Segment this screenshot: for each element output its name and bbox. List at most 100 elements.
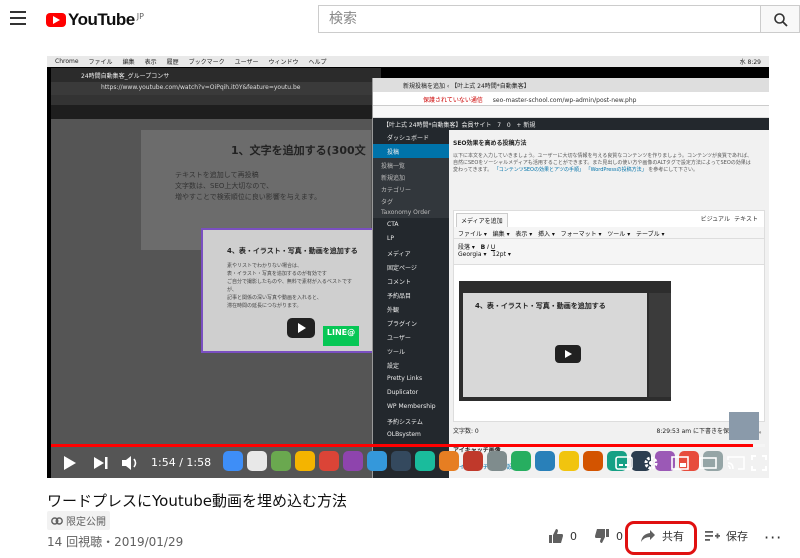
subtitles-icon[interactable] bbox=[615, 455, 633, 471]
mac-menubar: Chrome ファイル 編集 表示 履歴 ブックマーク ユーザー ウィンドウ ヘ… bbox=[47, 56, 769, 67]
left-window-url: https://www.youtube.com/watch?v=OiPqih.i… bbox=[51, 82, 381, 95]
wp-sidebar-item: 投稿一覧 bbox=[373, 158, 449, 170]
classic-editor: メディアを追加 ビジュアル テキスト ファイル ▾ 編集 ▾ 表示 ▾ 挿入 ▾… bbox=[453, 210, 765, 422]
admin-bar-new: + 新規 bbox=[516, 122, 536, 129]
editor-menu-item: テーブル bbox=[635, 231, 660, 238]
video-info: ワードプレスにYoutube動画を埋め込む方法 限定公開 bbox=[47, 490, 347, 530]
share-highlight bbox=[625, 521, 697, 555]
tab-visual: ビジュアル bbox=[700, 216, 730, 223]
right-window-tab: 新規投稿を追加 ‹ 【叶上式 24時間*自動集客】 bbox=[373, 78, 769, 92]
like-button[interactable]: 0 bbox=[548, 528, 577, 544]
wp-sidebar-item: Duplicator bbox=[387, 389, 419, 396]
size-select: 12pt bbox=[492, 251, 506, 258]
next-icon[interactable] bbox=[93, 455, 109, 471]
inner-play-icon bbox=[287, 318, 315, 338]
region-code: JP bbox=[136, 11, 144, 21]
wp-sidebar-item: WP Membership bbox=[387, 403, 436, 410]
wp-sidebar-item: OLBsystem bbox=[387, 431, 421, 438]
mac-menu-item: ヘルプ bbox=[308, 59, 327, 66]
right-browser-window: 新規投稿を追加 ‹ 【叶上式 24時間*自動集客】 保護されていない通信 seo… bbox=[372, 78, 769, 478]
right-window-url: seo-master-school.com/wp-admin/post-new.… bbox=[492, 97, 637, 104]
embedded-play-icon bbox=[555, 345, 581, 363]
wp-sidebar-item: Pretty Links bbox=[387, 375, 423, 382]
left-window-tab: 24時間自動集客_グループコンサ bbox=[51, 68, 381, 82]
editor-menu: ファイル ▾ 編集 ▾ 表示 ▾ 挿入 ▾ フォーマット ▾ ツール ▾ テーブ… bbox=[454, 227, 764, 239]
search-button[interactable] bbox=[760, 5, 800, 33]
theater-mode-icon[interactable] bbox=[699, 455, 717, 471]
save-label: 保存 bbox=[726, 530, 748, 543]
wp-sidebar-item: ツール bbox=[387, 349, 406, 356]
privacy-badge: 限定公開 bbox=[47, 511, 110, 530]
left-browser-window: 24時間自動集客_グループコンサ https://www.youtube.com… bbox=[51, 68, 381, 478]
participant-cams bbox=[649, 293, 671, 397]
popup-line: ご自分で撮影したものや、無料で素材が入るベストですが、 bbox=[227, 279, 352, 293]
hamburger-menu-icon[interactable] bbox=[10, 11, 26, 27]
popup-line: 滞在時間の延長につながります。 bbox=[227, 303, 302, 309]
wp-sidebar-item: 設定 bbox=[387, 363, 400, 370]
wp-sidebar-item: ダッシュボード bbox=[387, 135, 430, 142]
link-icon bbox=[51, 516, 63, 525]
video-player[interactable]: Chrome ファイル 編集 表示 履歴 ブックマーク ユーザー ウィンドウ ヘ… bbox=[47, 56, 769, 478]
volume-icon[interactable] bbox=[121, 455, 141, 471]
fullscreen-icon[interactable] bbox=[751, 455, 767, 471]
embedded-slide: 4、表・イラスト・写真・動画を追加する bbox=[463, 293, 647, 397]
more-actions-icon[interactable]: ··· bbox=[764, 528, 782, 547]
post-link-2: 「WordPressの投稿方法」 bbox=[585, 167, 647, 173]
brand-name: YouTube bbox=[68, 10, 135, 29]
search-icon bbox=[774, 13, 788, 27]
play-icon[interactable] bbox=[63, 455, 77, 471]
dislike-button[interactable]: 0 bbox=[594, 528, 623, 544]
editor-menu-item: 編集 bbox=[492, 231, 505, 238]
cast-icon[interactable] bbox=[727, 455, 745, 471]
top-bar: YouTube JP 検索 bbox=[0, 0, 800, 40]
popup-line: 素やリストでわかりない場合は、 bbox=[227, 263, 303, 269]
admin-bar-site: 【叶上式 24時間*自動集客】会員サイト bbox=[383, 122, 492, 129]
wp-sidebar-item: コメント bbox=[387, 279, 412, 286]
embedded-video: 4、表・イラスト・写真・動画を追加する bbox=[459, 281, 671, 401]
add-media-button: メディアを追加 bbox=[456, 213, 508, 228]
mac-menu-item: Chrome bbox=[55, 58, 79, 65]
progress-fill bbox=[51, 444, 753, 447]
privacy-label: 限定公開 bbox=[66, 517, 106, 528]
wp-admin-bar: 【叶上式 24時間*自動集客】会員サイト 7 0 + 新規 bbox=[373, 118, 769, 130]
youtube-logo[interactable]: YouTube JP bbox=[46, 10, 144, 30]
wp-sidebar-item: メディア bbox=[387, 251, 411, 258]
editor-menu-item: 表示 bbox=[515, 231, 528, 238]
video-meta: 14 回視聴・2019/01/29 bbox=[47, 535, 184, 549]
wp-sidebar-item: 外観 bbox=[387, 307, 400, 314]
wp-sidebar-item: プラグイン bbox=[387, 321, 418, 328]
slide-title: 1、文字を追加する(300文 bbox=[231, 144, 366, 157]
popup-text: 素やリストでわかりない場合は、 表・イラスト・写真を追加するのが有効です ご自分… bbox=[227, 262, 357, 310]
wp-sidebar-item: タグ bbox=[373, 194, 449, 206]
save-button[interactable]: 保存 bbox=[704, 528, 748, 544]
wp-sidebar-item: LP bbox=[387, 235, 394, 242]
slide-line: 文字数は、SEO上大切なので、 bbox=[175, 182, 274, 190]
mac-menu-item: ブックマーク bbox=[188, 59, 225, 66]
settings-icon[interactable] bbox=[643, 455, 659, 471]
mac-menu-item: 表示 bbox=[144, 59, 157, 66]
editor-menu-item: フォーマット bbox=[560, 231, 597, 238]
wp-sidebar-item: 新規追加 bbox=[373, 170, 449, 182]
font-select: Georgia bbox=[458, 251, 482, 258]
wp-admin-sidebar: ダッシュボード 投稿 投稿一覧 新規追加 カテゴリー タグ Taxonomy Order CT… bbox=[373, 130, 449, 478]
wp-sidebar-item: 予約品目 bbox=[387, 293, 412, 300]
webcam-thumbnail bbox=[729, 412, 759, 440]
editor-menu-item: ファイル bbox=[458, 231, 483, 238]
admin-bar-updates: 7 bbox=[497, 122, 502, 129]
left-window-bookmarks bbox=[51, 95, 381, 105]
player-controls: 1:54 / 1:58 bbox=[47, 448, 769, 478]
search-input[interactable]: 検索 bbox=[318, 5, 760, 33]
mac-menu-item: 履歴 bbox=[166, 59, 179, 66]
post-link: 「コンテンツSEOの効果とアツの手順」 bbox=[493, 167, 584, 173]
video-title: ワードプレスにYoutube動画を埋め込む方法 bbox=[47, 492, 347, 510]
editor-menu-item: ツール bbox=[607, 231, 626, 238]
slide-line: 増やすことで検索順位に良い影響を与えます。 bbox=[175, 193, 322, 201]
mac-clock: 水 8:29 bbox=[739, 59, 761, 66]
wp-sidebar-item: 固定ページ bbox=[387, 265, 417, 272]
miniplayer-icon[interactable] bbox=[671, 455, 689, 471]
wp-sidebar-item: 投稿 bbox=[373, 144, 449, 158]
right-window-url-bar: 保護されていない通信 seo-master-school.com/wp-admi… bbox=[373, 92, 769, 106]
progress-bar[interactable] bbox=[51, 444, 765, 447]
slide-body: テキストを追加して再投稿 文字数は、SEO上大切なので、 増やすことで検索順位に… bbox=[175, 170, 321, 203]
wp-editor-main: SEO効果を高める投稿方法 以下に本文を入力していきましょう。ユーザーに大切な情… bbox=[453, 138, 765, 471]
